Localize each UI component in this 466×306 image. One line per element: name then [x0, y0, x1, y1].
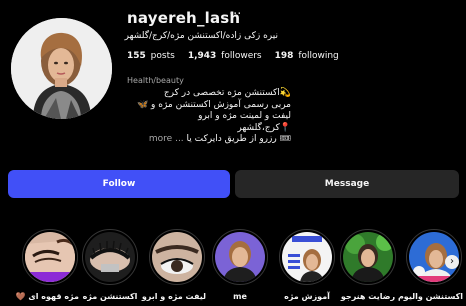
highlight-cover	[343, 232, 393, 282]
highlight-cover	[85, 232, 135, 282]
profile-avatar[interactable]	[11, 18, 112, 119]
highlights-next-button[interactable]: ›	[445, 255, 459, 269]
highlight-item[interactable]: me	[211, 229, 269, 301]
highlight-item[interactable]: لیفت مژه و ابرو	[141, 229, 206, 301]
highlight-ring	[82, 229, 138, 285]
highlight-cover	[282, 232, 332, 282]
bio-line: 🎟 رزرو از طریق دایرکت یا	[186, 134, 291, 145]
message-button[interactable]: Message	[235, 170, 459, 198]
highlight-item[interactable]: آموزش مژه	[278, 229, 336, 301]
highlight-item[interactable]: اکستنشن مژه	[81, 229, 139, 301]
profile-bio: 💫اکستنشن مژه تخصصی در کرج مربی رسمی آموز…	[121, 88, 291, 146]
bio-line: 📍کرج،گلشهر	[237, 122, 291, 133]
bio-line: مربی رسمی آموزش اکستنشن مژه و 🦋	[136, 99, 291, 110]
followers-stat[interactable]: 1,943 followers	[188, 51, 262, 61]
highlight-label: رضایت هنرجو	[340, 292, 396, 301]
profile-category: Health/beauty	[127, 76, 184, 85]
bio-line: 💫اکستنشن مژه تخصصی در کرج	[163, 88, 291, 98]
highlight-ring	[212, 229, 268, 285]
profile-stats: 155 posts 1,943 followers 198 following	[127, 51, 339, 61]
posts-count: 155	[127, 51, 146, 61]
highlight-cover	[25, 232, 75, 282]
highlight-item[interactable]: مژه قهوه ای 🤎	[15, 229, 79, 301]
highlight-label: لیفت مژه و ابرو	[141, 292, 206, 301]
following-count: 198	[274, 51, 294, 61]
highlight-ring	[340, 229, 396, 285]
highlight-label: اکستنشن والیوم	[397, 292, 463, 301]
more-options-icon[interactable]: ···	[229, 7, 241, 22]
highlight-label: اکستنشن مژه	[82, 292, 138, 301]
username: nayereh_lash	[127, 9, 241, 27]
posts-label: posts	[150, 51, 175, 61]
highlight-label: مژه قهوه ای 🤎	[15, 292, 79, 301]
bio-line: لیفت و لمینت مژه و ابرو	[198, 111, 291, 122]
bio-line-last: 🎟 رزرو از طریق دایرکت یا ... more	[121, 134, 291, 146]
followers-count: 1,943	[187, 51, 217, 61]
posts-stat: 155 posts	[127, 51, 175, 61]
highlight-ring	[279, 229, 335, 285]
profile-full-name: نیره زکی زاده/اکستنشن مژه/کرج/گلشهر	[124, 31, 278, 41]
highlight-cover	[152, 232, 202, 282]
followers-label: followers	[221, 51, 262, 61]
follow-button[interactable]: Follow	[8, 170, 230, 198]
bio-more-link[interactable]: ... more	[149, 134, 184, 144]
highlight-item[interactable]: رضایت هنرجو	[339, 229, 397, 301]
highlight-ring	[22, 229, 78, 285]
highlight-ring	[149, 229, 205, 285]
highlight-label: آموزش مژه	[284, 292, 330, 301]
highlight-cover	[215, 232, 265, 282]
following-label: following	[298, 51, 339, 61]
highlight-label: me	[233, 292, 247, 301]
chevron-right-icon: ›	[450, 256, 454, 267]
following-stat[interactable]: 198 following	[275, 51, 339, 61]
story-highlights: مژه قهوه ای 🤎 اکستنشن مژه لیفت مژه و ابر…	[0, 229, 466, 306]
